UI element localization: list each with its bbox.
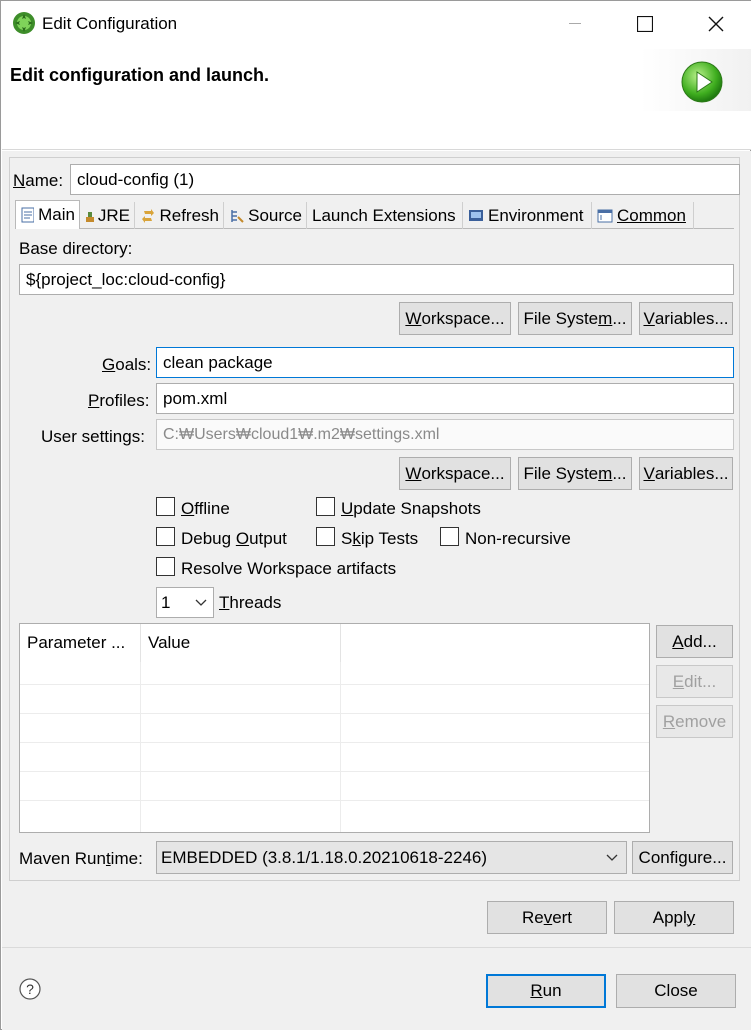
debug-output-checkbox[interactable] [156, 527, 175, 546]
base-directory-label: Base directory: [19, 239, 133, 258]
settings-workspace-button[interactable]: Workspace... [399, 457, 511, 490]
tab-launch-extensions-label: Launch Extensions [312, 205, 456, 225]
tab-main[interactable]: Main [15, 200, 80, 229]
maven-runtime-value: EMBEDDED (3.8.1/1.18.0.20210618-2246) [161, 847, 488, 867]
name-field[interactable]: cloud-config (1) [70, 164, 740, 195]
tab-source[interactable]: Source [225, 202, 307, 229]
launch-run-icon [681, 61, 723, 103]
tab-jre[interactable]: JRE [81, 202, 135, 229]
source-icon [231, 209, 244, 223]
minimize-icon [569, 23, 581, 24]
name-label: Name: [13, 171, 64, 190]
configure-runtime-button[interactable]: Configure... [632, 841, 733, 874]
chevron-down-icon [606, 854, 618, 861]
refresh-icon [142, 208, 154, 223]
offline-checkbox[interactable] [156, 497, 175, 516]
dialog-window: Edit Configuration Edit configuration an… [0, 0, 751, 1030]
maven-runtime-label: Maven Runtime: [19, 849, 143, 868]
tab-refresh[interactable]: Refresh [136, 202, 224, 229]
window-title: Edit Configuration [42, 14, 178, 33]
tab-common[interactable]: Common [593, 202, 694, 229]
tab-refresh-label: Refresh [159, 205, 219, 225]
resolve-workspace-checkbox[interactable] [156, 557, 175, 576]
tab-launch-extensions[interactable]: Launch Extensions [308, 202, 463, 229]
chevron-down-icon [195, 599, 207, 606]
tab-source-label: Source [248, 205, 302, 225]
profiles-label: Profiles: [88, 391, 150, 410]
edit-parameter-button[interactable]: Edit... [656, 665, 733, 698]
footer-separator [2, 947, 751, 948]
column-header-value[interactable]: Value [141, 624, 341, 662]
table-row-line [20, 684, 649, 685]
skip-tests-checkbox[interactable] [316, 527, 335, 546]
base-dir-variables-button[interactable]: Variables... [639, 302, 733, 335]
help-button[interactable]: ? [19, 978, 41, 1000]
settings-variables-button[interactable]: Variables... [639, 457, 733, 490]
tab-environment-label: Environment [488, 205, 584, 225]
remove-parameter-button[interactable]: Remove [656, 705, 733, 738]
update-snapshots-label: Update Snapshots [341, 499, 481, 518]
maximize-icon [637, 16, 653, 32]
maven-runtime-select[interactable]: EMBEDDED (3.8.1/1.18.0.20210618-2246) [156, 841, 627, 874]
threads-label: Threads [219, 593, 282, 612]
user-settings-field[interactable]: C:₩Users₩cloud1₩.m2₩settings.xml [156, 419, 734, 450]
close-button[interactable]: Close [616, 974, 736, 1008]
environment-icon [469, 209, 483, 221]
debug-output-label: Debug Output [181, 529, 287, 548]
base-directory-field[interactable]: ${project_loc:cloud-config} [19, 264, 734, 295]
title-bar[interactable]: Edit Configuration [1, 1, 751, 49]
tab-common-label: Common [617, 205, 686, 225]
table-row-line [20, 800, 649, 801]
apply-button[interactable]: Appl y [614, 901, 734, 934]
non-recursive-label: Non-recursive [465, 529, 571, 548]
main-tab-icon [21, 207, 35, 223]
threads-select[interactable]: 1 [156, 587, 214, 618]
add-parameter-button[interactable]: Add... [656, 625, 733, 658]
non-recursive-checkbox[interactable] [440, 527, 459, 546]
table-row-line [20, 713, 649, 714]
offline-label: Offline [181, 499, 230, 518]
goals-field[interactable]: clean package [156, 347, 734, 378]
run-button[interactable]: Run [486, 974, 606, 1008]
column-divider [340, 662, 341, 832]
goals-label: Goals: [102, 355, 152, 374]
settings-filesystem-button[interactable]: File Syste m... [518, 457, 632, 490]
base-dir-workspace-button[interactable]: Workspace... [399, 302, 511, 335]
user-settings-label: User settings: [41, 427, 145, 446]
tab-main-label: Main [38, 205, 75, 224]
close-icon [708, 16, 724, 32]
update-snapshots-checkbox[interactable] [316, 497, 335, 516]
resolve-workspace-label: Resolve Workspace artifacts [181, 559, 397, 578]
parameters-table[interactable]: Parameter ... Value [19, 623, 650, 833]
svg-text:?: ? [26, 981, 34, 997]
jre-icon [86, 211, 94, 222]
eclipse-app-icon [12, 11, 36, 35]
revert-button[interactable]: Re v ert [487, 901, 607, 934]
help-icon: ? [19, 978, 41, 1000]
column-header-empty [341, 624, 649, 662]
table-row-line [20, 771, 649, 772]
common-icon [597, 209, 613, 222]
column-header-parameter[interactable]: Parameter ... [20, 624, 141, 662]
table-row-line [20, 742, 649, 743]
tab-environment[interactable]: Environment [464, 202, 592, 229]
maximize-button[interactable] [610, 1, 680, 47]
header-title: Edit configuration and launch. [10, 65, 269, 85]
tab-jre-label: JRE [97, 205, 130, 225]
skip-tests-label: Skip Tests [341, 529, 419, 548]
threads-value: 1 [161, 592, 171, 612]
minimize-button[interactable] [540, 1, 610, 47]
close-window-button[interactable] [681, 1, 751, 47]
column-divider [140, 662, 141, 832]
profiles-field[interactable]: pom.xml [156, 383, 734, 414]
base-dir-filesystem-button[interactable]: File Syste m... [518, 302, 632, 335]
